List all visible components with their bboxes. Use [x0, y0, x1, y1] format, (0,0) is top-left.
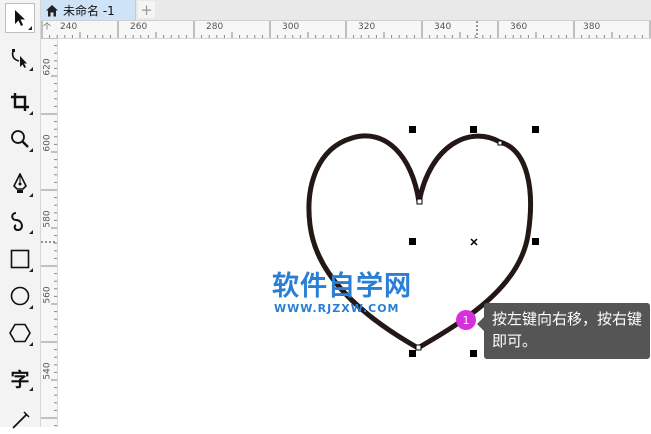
ruler-top-label: 300 [282, 22, 300, 32]
watermark-title: 软件自学网 [272, 271, 412, 302]
watermark-url: WWW.RJZXW.COM [274, 302, 400, 315]
zoom-tool-button[interactable] [5, 124, 35, 154]
ruler-top-label: 280 [206, 22, 224, 32]
watermark-logo: 软件自学网 WWW.RJZXW.COM [272, 272, 412, 316]
rectangle-icon [10, 249, 30, 269]
document-tab-title: 未命名 -1 [63, 3, 115, 18]
curve-icon [11, 212, 23, 232]
add-tab-button[interactable]: + [138, 1, 155, 19]
drawing-canvas[interactable] [58, 39, 651, 427]
ellipse-tool-button[interactable] [5, 281, 35, 311]
freehand-tool-button[interactable] [5, 169, 35, 199]
ruler-top: 个 240 260 280 300 320 340 360 380 [41, 21, 651, 39]
ruler-top-label: 360 [510, 22, 528, 32]
ruler-left-label: 600 [42, 134, 53, 152]
ruler-top-label: 340 [434, 22, 452, 32]
polygon-tool-button[interactable] [5, 318, 35, 348]
ruler-left-label: 620 [42, 58, 53, 76]
document-tab-bar: 未命名 -1 + [41, 0, 651, 21]
crop-icon [11, 93, 29, 111]
ellipse-icon [10, 286, 30, 306]
ruler-top-label: 260 [130, 22, 148, 32]
ruler-left-label: 580 [42, 210, 53, 228]
dimension-line-icon [12, 411, 30, 429]
magnifier-icon [11, 130, 29, 148]
shape-tool-button[interactable] [5, 43, 35, 73]
ruler-top-label: 240 [60, 22, 78, 32]
ruler-left-label: 540 [42, 362, 53, 380]
hexagon-icon [9, 323, 31, 343]
ruler-left-label: 560 [42, 286, 53, 304]
arrow-pointer-icon [15, 10, 25, 26]
ruler-top-label: 380 [583, 22, 601, 32]
document-tab[interactable]: 未命名 -1 [41, 0, 136, 20]
ruler-top-label: 320 [358, 22, 376, 32]
step-badge: 1 [456, 310, 476, 330]
ruler-corner: 个 [43, 22, 51, 31]
artistic-media-tool-button[interactable] [5, 206, 35, 236]
crop-tool-button[interactable] [5, 87, 35, 117]
instruction-tooltip: 按左键向右移，按右键即可。 [477, 303, 650, 359]
pick-tool-button[interactable] [5, 3, 35, 33]
text-icon: 字 [10, 368, 30, 391]
home-icon [46, 4, 58, 16]
node-edit-icon [11, 49, 27, 68]
line-tool-button[interactable] [5, 404, 35, 434]
text-tool-button[interactable]: 字 [5, 363, 35, 393]
toolbox: 字 [0, 0, 41, 429]
rectangle-tool-button[interactable] [5, 244, 35, 274]
pen-nib-icon [13, 173, 27, 193]
ruler-left: 620 600 580 560 540 [41, 38, 58, 427]
